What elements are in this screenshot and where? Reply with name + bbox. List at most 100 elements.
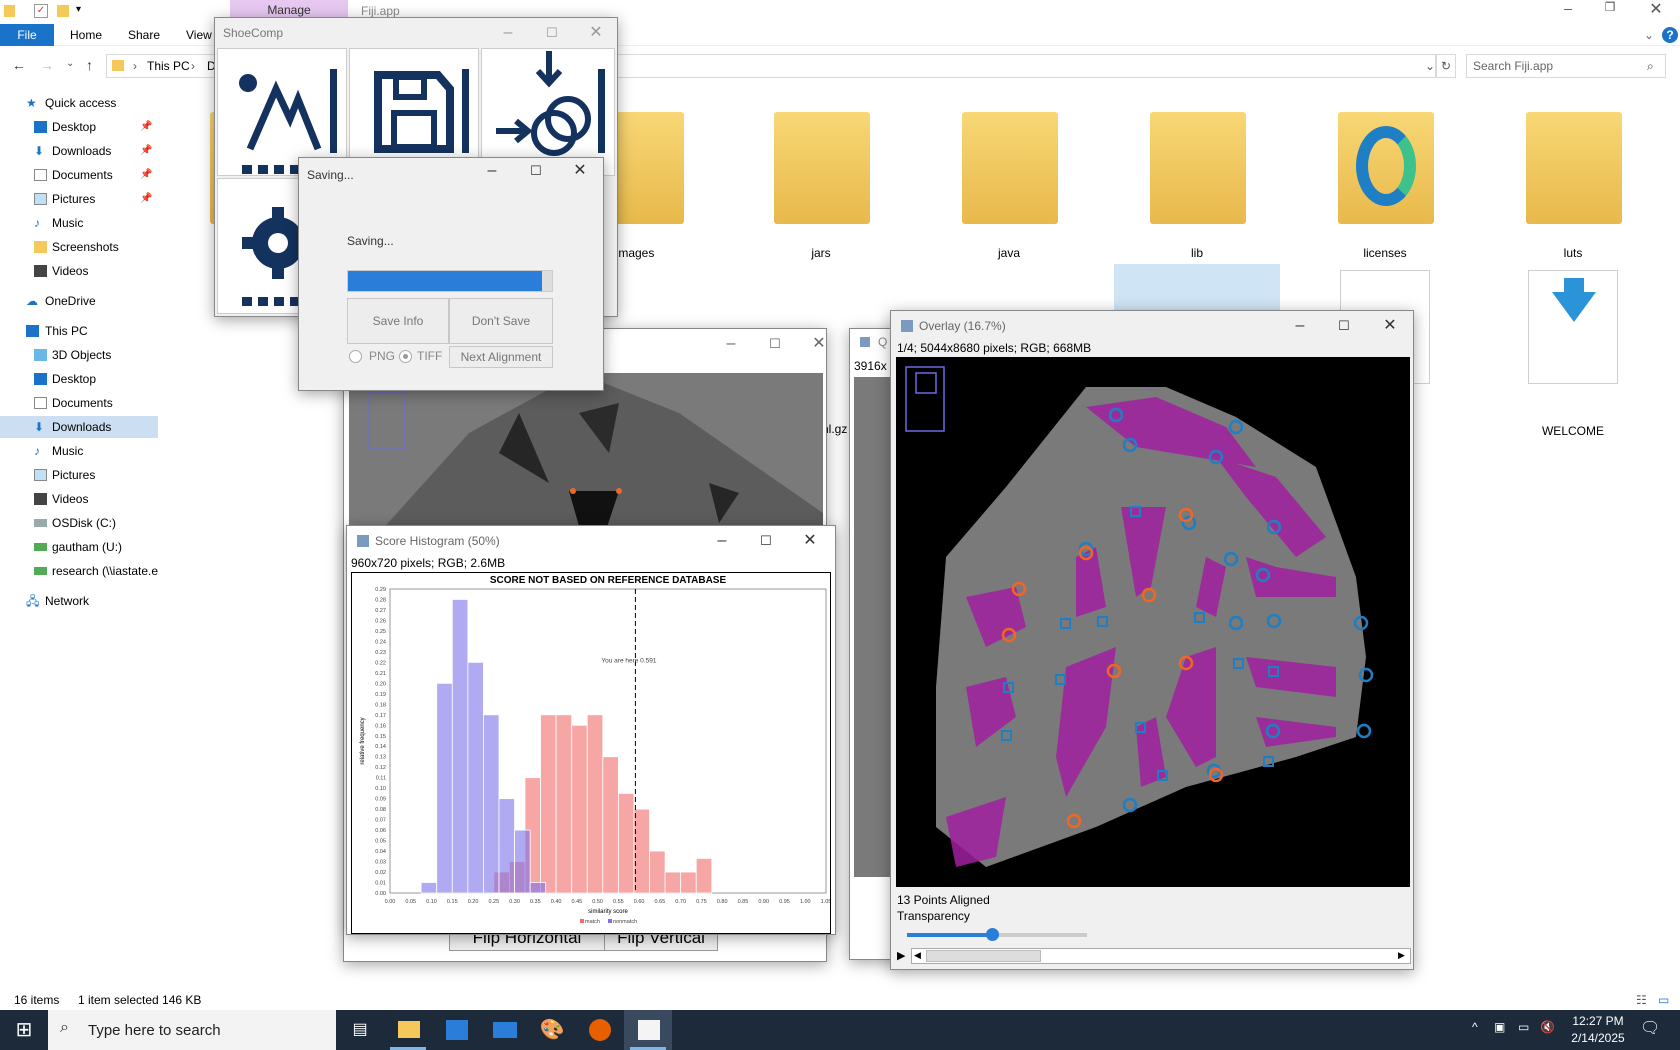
start-icon[interactable]: ⊞ [0,1010,48,1050]
expand-ribbon-icon[interactable]: ⌄ [1644,28,1654,42]
histogram-bar-match [602,756,619,894]
dont-save-button[interactable]: Don't Save [449,298,553,344]
show-hidden-icons[interactable]: ^ [1472,1020,1478,1034]
file-tab[interactable]: File [0,24,54,46]
breadcrumb-this-pc[interactable]: This PC [147,55,190,77]
nav-desktop[interactable]: Desktop 📌 [0,116,158,138]
taskbar-date[interactable]: 2/14/2025 [1564,1031,1632,1045]
tab-home[interactable]: Home [70,28,102,42]
save-info-button[interactable]: Save Info [347,298,449,344]
folder-lib[interactable]: lib [1138,102,1256,260]
close-icon[interactable]: ✕ [557,156,603,186]
transparency-slider-thumb[interactable] [985,928,999,941]
nav-pc-pictures[interactable]: Pictures [0,464,158,486]
taskbar-time[interactable]: 12:27 PM [1568,1014,1628,1028]
task-view-icon[interactable]: ▤ [336,1010,384,1050]
nav-pc-music[interactable]: ♪ Music [0,440,158,462]
tab-share[interactable]: Share [128,28,160,42]
nav-downloads[interactable]: ⬇ Downloads 📌 [0,140,158,162]
nav-3d-objects[interactable]: 3D Objects [0,344,158,366]
pin-icon: 📌 [140,121,153,132]
properties-icon[interactable]: ✓ [34,4,48,18]
png-radio[interactable] [349,350,362,363]
tray-app-icon[interactable]: ▣ [1494,1020,1505,1034]
minimize-icon[interactable]: – [1548,0,1588,20]
scroll-right-icon[interactable]: ▶ [1398,950,1405,961]
address-dropdown-icon[interactable]: ⌄ [1425,55,1435,77]
mail-taskbar-icon[interactable] [480,1010,528,1050]
close-icon[interactable]: ✕ [796,329,842,359]
forward-icon[interactable]: → [40,57,54,73]
nav-research[interactable]: research (\\iastate.e [0,560,158,582]
close-icon[interactable]: ✕ [573,18,619,48]
nav-pc-desktop[interactable]: Desktop [0,368,158,390]
file-welcome[interactable]: WELCOME [1514,266,1632,438]
nav-pc-videos[interactable]: Videos [0,488,158,510]
new-folder-icon[interactable] [57,5,69,17]
nav-videos[interactable]: Videos [0,260,158,282]
maximize-icon[interactable]: ☐ [1321,311,1367,341]
nav-gautham[interactable]: gautham (U:) [0,536,158,558]
minimize-icon[interactable]: – [485,18,531,48]
restore-icon[interactable]: ❐ [1590,0,1630,20]
minimize-icon[interactable]: – [699,526,745,556]
nav-screenshots[interactable]: Screenshots [0,236,158,258]
breadcrumb-separator: › [133,59,137,73]
back-icon[interactable]: ← [12,57,26,73]
minimize-icon[interactable]: – [708,329,754,359]
close-icon[interactable]: ✕ [787,526,833,556]
notifications-icon[interactable]: 🗨 [1640,1018,1660,1038]
pictures-icon [34,469,47,481]
nav-quick-access[interactable]: ★ Quick access [0,92,158,114]
fiji-taskbar-icon[interactable] [624,1010,672,1050]
up-icon[interactable]: ↑ [86,57,93,73]
nav-pc-documents[interactable]: Documents [0,392,158,414]
next-alignment-button[interactable]: Next Alignment [449,346,553,368]
nav-osdisk[interactable]: OSDisk (C:) [0,512,158,534]
tiff-radio[interactable] [399,350,412,363]
large-icons-view-icon[interactable]: ▭ [1658,990,1669,1010]
maximize-icon[interactable]: ☐ [529,18,575,48]
network-status-icon[interactable]: ▭ [1518,1020,1529,1034]
customize-toolbar-icon[interactable]: ▾ [76,4,81,15]
maximize-icon[interactable]: ☐ [513,156,559,186]
volume-muted-icon[interactable]: 🔇 [1540,1020,1555,1034]
nav-pc-downloads[interactable]: ⬇ Downloads [0,416,158,438]
nav-onedrive[interactable]: ☁ OneDrive [0,290,158,312]
folder-luts[interactable]: luts [1514,102,1632,260]
close-icon[interactable]: ✕ [1636,0,1676,19]
nav-music[interactable]: ♪ Music [0,212,158,234]
maximize-icon[interactable]: ☐ [752,329,798,359]
nav-network[interactable]: 🖧 Network [0,590,158,612]
refresh-icon[interactable]: ↻ [1436,54,1456,78]
close-icon[interactable]: ✕ [1367,311,1413,341]
paint-taskbar-icon[interactable]: 🎨 [528,1010,576,1050]
help-icon[interactable]: ? [1662,27,1678,43]
folder-licenses[interactable]: licenses [1326,102,1444,260]
slice-scrollbar[interactable]: ◀ ▶ [911,948,1411,964]
scroll-left-icon[interactable]: ◀ [914,950,921,961]
taskbar-search-box[interactable]: ⌕ Type here to search [48,1010,336,1050]
maximize-icon[interactable]: ☐ [743,526,789,556]
store-taskbar-icon[interactable] [432,1010,480,1050]
transparency-slider-track[interactable] [907,928,1087,941]
download-arrow-icon [1552,292,1596,322]
play-icon[interactable]: ▶ [897,949,905,962]
firefox-taskbar-icon[interactable] [576,1010,624,1050]
minimize-icon[interactable]: – [1277,311,1323,341]
file-explorer-taskbar-icon[interactable] [384,1010,432,1050]
nav-this-pc[interactable]: This PC [0,320,158,342]
minimize-icon[interactable]: – [469,156,515,186]
folder-java[interactable]: java [950,102,1068,260]
tab-view[interactable]: View [186,28,212,42]
nav-pictures[interactable]: Pictures 📌 [0,188,158,210]
scrollbar-thumb[interactable] [926,950,1041,962]
details-view-icon[interactable]: ☷ [1636,990,1647,1010]
recent-locations-icon[interactable]: ⌄ [66,58,74,69]
selected-item-highlight[interactable] [1114,264,1280,312]
network-drive-icon [34,567,47,575]
taskbar: ⊞ ⌕ Type here to search ▤ 🎨 ^ ▣ ▭ 🔇 12:2… [0,1010,1680,1050]
folder-jars[interactable]: jars [762,102,880,260]
nav-documents[interactable]: Documents 📌 [0,164,158,186]
search-input[interactable]: Search Fiji.app ⌕ [1466,54,1666,78]
